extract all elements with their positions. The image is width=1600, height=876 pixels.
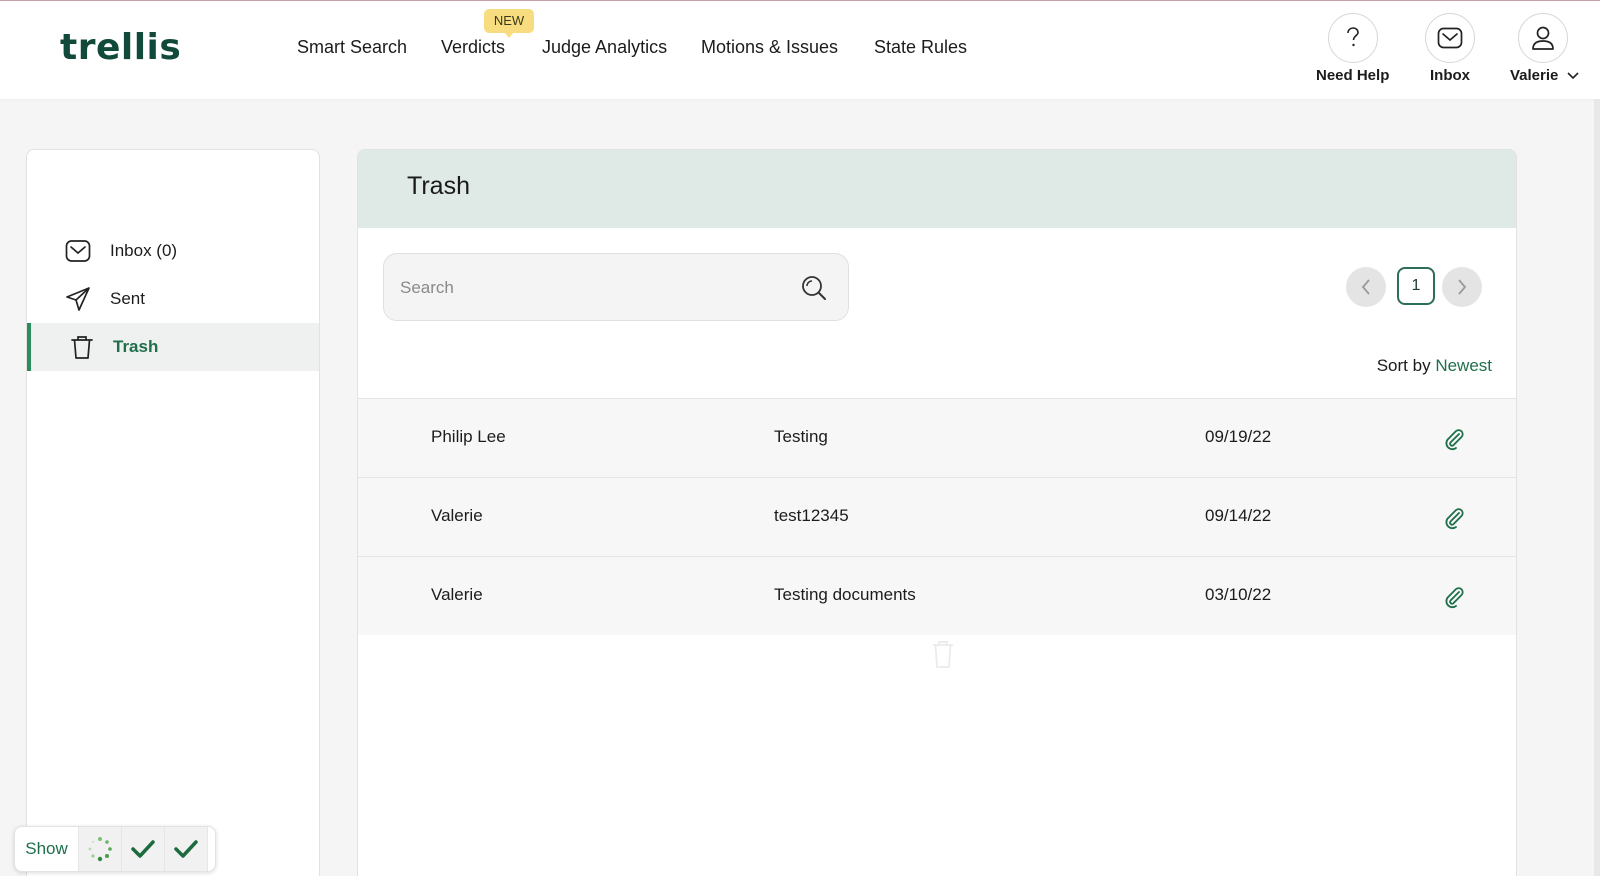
page-title: Trash bbox=[407, 172, 470, 200]
mailbox-sidebar: Inbox (0) Sent Trash bbox=[26, 149, 320, 876]
message-date: 03/10/22 bbox=[1205, 585, 1272, 604]
nav-state-rules[interactable]: State Rules bbox=[874, 37, 967, 58]
new-badge: NEW bbox=[484, 9, 534, 38]
sidebar-item-inbox[interactable]: Inbox (0) bbox=[27, 227, 319, 275]
sort-control[interactable]: Sort by Newest bbox=[1377, 356, 1492, 376]
nav-motions-issues[interactable]: Motions & Issues bbox=[701, 37, 838, 58]
message-date: 09/14/22 bbox=[1205, 506, 1272, 525]
user-icon bbox=[1532, 26, 1554, 50]
envelope-icon bbox=[1437, 27, 1463, 49]
sidebar-item-sent[interactable]: Sent bbox=[27, 275, 319, 323]
chevron-left-icon bbox=[1361, 279, 1370, 295]
table-row[interactable]: Valerie test12345 09/14/22 bbox=[358, 477, 1516, 556]
message-subject: Testing documents bbox=[774, 585, 916, 604]
message-from: Valerie bbox=[431, 585, 483, 604]
help-label[interactable]: Need Help bbox=[1316, 67, 1389, 84]
message-list-panel: Trash 1 Sort by Newest Philip Lee Testin… bbox=[357, 149, 1517, 876]
inbox-button[interactable] bbox=[1425, 13, 1475, 63]
top-navigation-bar: trellis Smart Search Verdicts Judge Anal… bbox=[0, 0, 1600, 99]
message-subject: test12345 bbox=[774, 506, 849, 525]
chevron-right-icon bbox=[1458, 279, 1467, 295]
page-scrollbar[interactable] bbox=[1594, 99, 1600, 876]
sidebar-item-trash[interactable]: Trash bbox=[27, 323, 319, 371]
check-cell[interactable] bbox=[165, 827, 208, 871]
sort-value[interactable]: Newest bbox=[1435, 356, 1492, 375]
sidebar-item-label: Sent bbox=[110, 289, 145, 308]
message-from: Valerie bbox=[431, 506, 483, 525]
loading-spinner bbox=[79, 827, 122, 871]
table-row[interactable]: Philip Lee Testing 09/19/22 bbox=[358, 398, 1516, 477]
message-subject: Testing bbox=[774, 427, 828, 446]
inbox-label[interactable]: Inbox bbox=[1430, 67, 1470, 84]
search-box[interactable] bbox=[383, 253, 849, 321]
sidebar-item-label: Trash bbox=[113, 337, 159, 356]
sidebar-item-label: Inbox (0) bbox=[110, 241, 178, 260]
sort-label: Sort by bbox=[1376, 356, 1431, 375]
question-mark-icon bbox=[1347, 27, 1359, 47]
faint-trash-icon bbox=[933, 641, 953, 668]
paperclip-icon[interactable] bbox=[1442, 427, 1466, 451]
message-from: Philip Lee bbox=[431, 427, 506, 446]
paperclip-icon[interactable] bbox=[1442, 585, 1466, 609]
next-page-button[interactable] bbox=[1442, 267, 1482, 307]
trellis-logo[interactable]: trellis bbox=[60, 27, 181, 68]
user-menu-label[interactable]: Valerie bbox=[1510, 67, 1579, 84]
paperclip-icon[interactable] bbox=[1442, 506, 1466, 530]
checkmark-icon bbox=[131, 840, 155, 858]
spinner-icon bbox=[88, 837, 112, 862]
table-row[interactable]: Valerie Testing documents 03/10/22 bbox=[358, 556, 1516, 635]
help-button[interactable] bbox=[1328, 13, 1378, 63]
chevron-down-icon bbox=[1566, 72, 1579, 80]
user-menu-button[interactable] bbox=[1518, 13, 1568, 63]
search-icon[interactable] bbox=[800, 274, 828, 302]
nav-smart-search[interactable]: Smart Search bbox=[297, 37, 407, 58]
envelope-icon bbox=[65, 240, 91, 262]
status-widget: Show bbox=[14, 826, 216, 872]
checkmark-icon bbox=[174, 840, 198, 858]
message-date: 09/19/22 bbox=[1205, 427, 1272, 446]
check-cell[interactable] bbox=[122, 827, 165, 871]
trash-icon bbox=[71, 336, 93, 359]
nav-judge-analytics[interactable]: Judge Analytics bbox=[542, 37, 667, 58]
panel-header: Trash bbox=[358, 150, 1516, 228]
show-button[interactable]: Show bbox=[15, 827, 79, 871]
paper-plane-icon bbox=[66, 287, 90, 311]
search-input[interactable] bbox=[400, 274, 780, 302]
nav-verdicts[interactable]: Verdicts bbox=[441, 37, 505, 58]
previous-page-button[interactable] bbox=[1346, 267, 1386, 307]
user-name: Valerie bbox=[1510, 67, 1559, 84]
current-page-number[interactable]: 1 bbox=[1397, 267, 1435, 305]
message-list: Philip Lee Testing 09/19/22 Valerie test… bbox=[358, 398, 1516, 635]
